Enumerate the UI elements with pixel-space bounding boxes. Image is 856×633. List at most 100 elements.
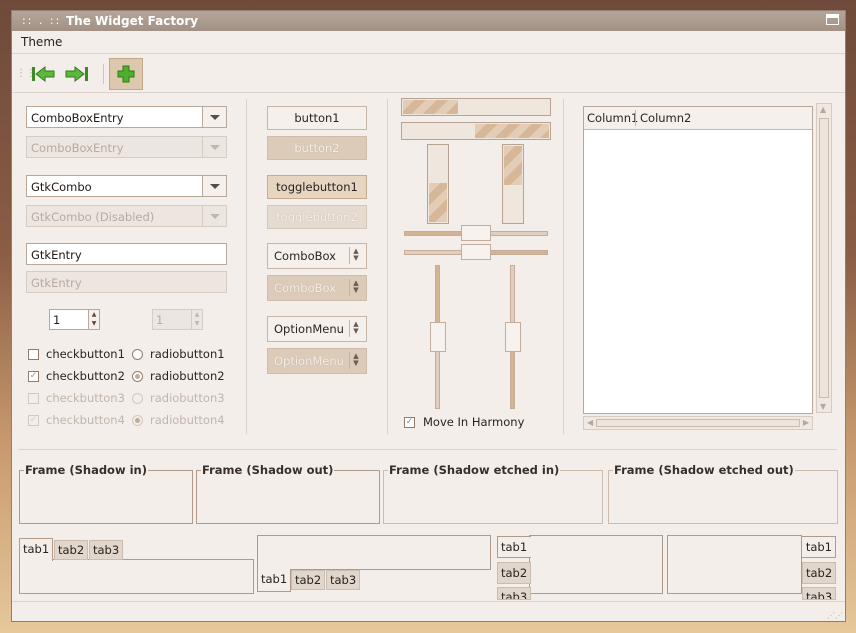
gtk-combo-disabled: GtkCombo (Disabled) [26, 205, 203, 227]
radiobutton2-label[interactable]: radiobutton2 [150, 369, 225, 383]
radiobutton2-circle[interactable] [132, 371, 143, 382]
checkbutton4-box: ✓ [28, 415, 39, 426]
scroll-right-icon[interactable]: ▶ [803, 418, 809, 427]
radiobutton1-label[interactable]: radiobutton1 [150, 347, 225, 361]
checkbutton2-label[interactable]: checkbutton2 [46, 369, 125, 383]
combobox[interactable]: ComboBox ▲ ▼ [267, 243, 367, 269]
togglebutton1[interactable]: togglebutton1 [267, 175, 367, 199]
title-bar[interactable]: :: . :: The Widget Factory [12, 11, 845, 31]
button2-disabled: button2 [267, 136, 367, 160]
forward-arrow-icon [65, 65, 88, 83]
combo-box-entry-disabled-arrow-icon [203, 136, 227, 158]
togglebutton2-disabled: togglebutton2 [267, 205, 367, 229]
scroll-left-icon[interactable]: ◀ [587, 418, 593, 427]
progress-bar-v2-fill [504, 146, 522, 185]
frame-shadow-out: Frame (Shadow out) [196, 463, 380, 524]
main-window: :: . :: The Widget Factory Theme ⋮⋮ Comb… [12, 11, 845, 621]
optionmenu-disabled-label: OptionMenu [274, 354, 344, 368]
notebook-top-tab1[interactable]: tab1 [19, 538, 54, 561]
checkbutton2-box[interactable]: ✓ [28, 371, 39, 382]
add-button[interactable] [109, 58, 143, 90]
spin-button-arrows-icon[interactable]: ▲ ▼ [89, 309, 100, 330]
frame-shadow-in-title: Frame (Shadow in) [24, 463, 148, 477]
spin-button[interactable]: 1 [49, 309, 89, 330]
tree-header: Column1 Column2 [584, 107, 812, 130]
radiobutton1-circle[interactable] [132, 349, 143, 360]
scale-h1-slider[interactable] [461, 225, 491, 241]
vertical-scrollbar[interactable]: ▲ ▼ [816, 103, 832, 413]
notebook-top-pane [19, 559, 254, 594]
menu-theme[interactable]: Theme [21, 35, 62, 49]
gtk-entry-disabled: GtkEntry [26, 271, 227, 293]
move-in-harmony-box[interactable]: ✓ [404, 417, 415, 428]
horizontal-scroll-thumb[interactable] [596, 419, 800, 427]
combobox-disabled-label: ComboBox [274, 281, 336, 295]
frame-shadow-out-title: Frame (Shadow out) [201, 463, 335, 477]
scale-h2-slider[interactable] [461, 244, 491, 260]
button1[interactable]: button1 [267, 106, 367, 130]
combo-box-entry-arrow-icon[interactable] [203, 106, 227, 128]
frame-shadow-in: Frame (Shadow in) [19, 463, 193, 524]
combobox-disabled: ComboBox ▲ ▼ [267, 275, 367, 301]
notebook-right-tab1[interactable]: tab1 [802, 536, 836, 558]
progress-bar-h1 [401, 98, 551, 116]
spin-button-disabled: 1 [152, 309, 192, 330]
menu-bar: Theme [12, 31, 845, 54]
horizontal-separator [18, 449, 837, 450]
notebook-bottom-tab2[interactable]: tab2 [291, 570, 326, 590]
back-button[interactable] [26, 58, 60, 90]
forward-button[interactable] [60, 58, 94, 90]
combo-box-entry-disabled: ComboBoxEntry [26, 136, 203, 158]
notebook-left-tab3[interactable]: tab3 [497, 587, 531, 600]
gtk-combo-arrow-icon[interactable] [203, 175, 227, 197]
column1-header[interactable]: Column1 [587, 111, 638, 125]
combo-box-entry[interactable]: ComboBoxEntry [26, 106, 203, 128]
radiobutton3-label: radiobutton3 [150, 391, 225, 405]
radiobutton3-circle [132, 393, 143, 404]
scroll-down-icon[interactable]: ▼ [820, 402, 826, 411]
notebook-right-tab2[interactable]: tab2 [802, 562, 836, 584]
optionmenu[interactable]: OptionMenu ▲ ▼ [267, 316, 367, 342]
notebook-right-tab3[interactable]: tab3 [802, 587, 836, 600]
notebook-right-pane [667, 535, 802, 594]
spin-button-disabled-arrows-icon: ▲ ▼ [192, 309, 203, 330]
notebook-left-tab1[interactable]: tab1 [497, 536, 531, 558]
column2-header[interactable]: Column2 [640, 111, 691, 125]
window-menu-icon[interactable]: :: . :: [22, 14, 61, 27]
combobox-updown-icon: ▲ ▼ [349, 247, 362, 264]
gtk-combo-disabled-arrow-icon [203, 205, 227, 227]
gtk-entry[interactable]: GtkEntry [26, 243, 227, 265]
progress-bar-h1-fill [403, 100, 458, 114]
scroll-up-icon[interactable]: ▲ [820, 105, 826, 114]
tree-view[interactable]: Column1 Column2 [583, 106, 813, 414]
frame-shadow-etched-out: Frame (Shadow etched out) [608, 463, 838, 524]
notebook-left-tab2[interactable]: tab2 [497, 562, 531, 584]
notebook-bottom-pane [257, 535, 491, 570]
vertical-scroll-thumb[interactable] [819, 118, 829, 398]
resize-grip-icon[interactable]: ⋰⋰ [827, 611, 843, 620]
checkbutton3-box [28, 393, 39, 404]
notebook-left-pane [529, 535, 663, 594]
combobox-disabled-updown-icon: ▲ ▼ [349, 279, 362, 296]
progress-bar-h2-fill [475, 124, 549, 138]
checkbutton1-label[interactable]: checkbutton1 [46, 347, 125, 361]
checkbutton1-box[interactable] [28, 349, 39, 360]
notebook-top-tab3[interactable]: tab3 [89, 540, 124, 560]
progress-bar-v1-fill [429, 183, 447, 222]
combobox-label: ComboBox [274, 249, 336, 263]
toolbar-separator [103, 64, 104, 84]
scale-v1-slider[interactable] [430, 322, 446, 352]
progress-bar-v2 [502, 144, 524, 224]
notebook-bottom-tab1[interactable]: tab1 [257, 569, 292, 592]
gtk-combo[interactable]: GtkCombo [26, 175, 203, 197]
radiobutton4-label: radiobutton4 [150, 413, 225, 427]
optionmenu-updown-icon: ▲ ▼ [349, 320, 362, 337]
maximize-icon[interactable] [826, 14, 839, 25]
notebook-bottom-tab3[interactable]: tab3 [326, 570, 361, 590]
column-separator [246, 99, 247, 434]
notebook-top-tab2[interactable]: tab2 [54, 540, 89, 560]
scale-v2-slider[interactable] [505, 322, 521, 352]
horizontal-scrollbar[interactable]: ◀ ▶ [583, 416, 813, 430]
move-in-harmony-label[interactable]: Move In Harmony [423, 415, 524, 429]
frame-shadow-etched-in-title: Frame (Shadow etched in) [388, 463, 561, 477]
